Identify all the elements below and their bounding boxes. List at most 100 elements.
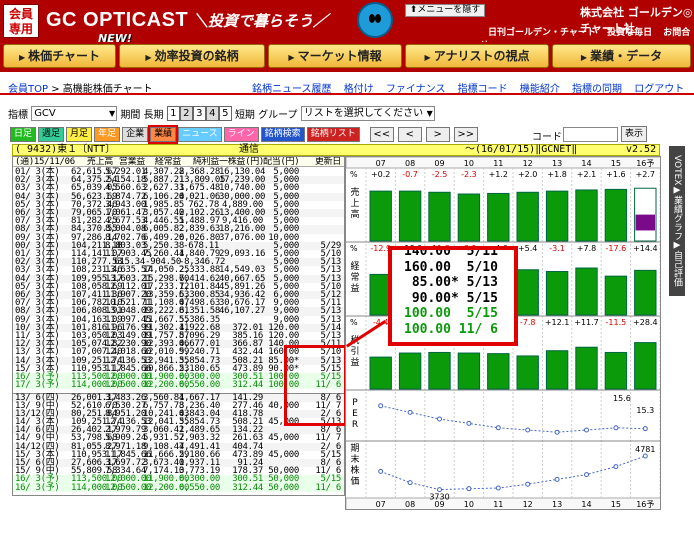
per-point — [554, 429, 560, 435]
members-badge-text: 会員 専用 — [8, 7, 33, 36]
menu-hide-button[interactable]: ⬆メニューを隠す — [405, 4, 485, 17]
pct-label: -17.6 — [606, 244, 627, 253]
per-point — [437, 416, 442, 422]
category-label: 13 — [552, 159, 562, 168]
nav-earnings-data[interactable]: 業績・データ — [552, 44, 691, 68]
divider — [0, 93, 694, 95]
group-select[interactable]: リストを選択してください — [300, 106, 435, 121]
top-link-investment[interactable]: 投資な毎日 — [607, 28, 652, 38]
bar-2-1 — [398, 352, 422, 390]
bar-0-1 — [398, 190, 422, 242]
price-label: 末 — [350, 453, 359, 465]
panel-label: 常 — [350, 271, 359, 283]
tab-1[interactable]: 週足 — [38, 127, 65, 142]
per-value-label: 15.3 — [636, 406, 654, 415]
members-only-badge: 会員 専用 — [3, 4, 39, 38]
nav-stock-chart[interactable]: 株価チャート — [3, 44, 116, 68]
category-label: 11 — [493, 500, 503, 509]
per-value-label: 15.6 — [613, 394, 631, 403]
tab-9[interactable]: 銘柄リスト — [306, 127, 360, 142]
price-point — [584, 472, 589, 478]
bar-2-8 — [604, 351, 628, 390]
nav-arrow-0[interactable]: << — [369, 127, 394, 142]
tab-3[interactable]: 年足 — [94, 127, 121, 142]
index-select[interactable]: GCV — [31, 106, 118, 121]
pct-label: +2.1 — [577, 170, 596, 179]
table-cell: 12,500.00 — [105, 482, 152, 493]
bar-highlight — [635, 214, 655, 231]
version-label: v2.52 — [626, 144, 657, 155]
main-nav: 株価チャート 効率投資の銘柄 マーケット情報 アナリストの視点 業績・データ — [0, 42, 694, 72]
bar-0-0 — [369, 190, 392, 242]
table-cell: 45,000 — [268, 449, 299, 460]
table-cell: 配当(円) — [263, 157, 300, 167]
nav-efficient-stocks[interactable]: 効率投資の銘柄 — [119, 44, 265, 68]
earnings-table: (通)15/11/06 売上高 営業益 経常益 純利益 一株益(円) 配当(円) 更新日 01/… — [12, 156, 345, 496]
nav-arrow-2[interactable]: > — [425, 127, 450, 142]
nav-arrow-1[interactable]: < — [397, 127, 422, 142]
site-header: 会員 専用 GC OPTICAST ＼投資で暮らそう／ NEW! ⬆メニューを隠… — [0, 0, 694, 51]
pct-label: -2.3 — [461, 170, 477, 179]
code-input[interactable] — [563, 127, 618, 142]
callout-line: 160.00 5/10 — [404, 259, 498, 275]
period-3[interactable]: 3 — [192, 106, 206, 121]
bar-2-3 — [457, 352, 481, 390]
pct-label: +2.7 — [636, 170, 655, 179]
per-point — [466, 420, 472, 426]
votex-side-tab[interactable]: VOTEX▶業績グラフ▶自己評価 — [669, 146, 685, 296]
period-2[interactable]: 2 — [179, 106, 193, 121]
site-tagline: ＼投資で暮らそう／ — [193, 12, 329, 30]
pct-label: +2.0 — [518, 170, 537, 179]
callout-line: 90.00* 5/15 — [404, 290, 498, 306]
per-label: R — [352, 420, 358, 430]
table-cell: 12,500.00 — [105, 380, 152, 391]
period-1[interactable]: 1 — [166, 106, 180, 121]
nav-market-info[interactable]: マーケット情報 — [268, 44, 402, 68]
bar-1-8 — [604, 275, 628, 316]
table-cell: 一株益(円) — [219, 157, 265, 167]
category-label: 07 — [376, 500, 386, 509]
price-point — [437, 487, 442, 493]
table-cell: 29,093.16 — [219, 249, 266, 259]
site-logo[interactable]: GC OPTICAST — [46, 9, 188, 32]
price-point — [554, 476, 560, 482]
table-row: 16/ 3(予) 114,000.00 12,500.00 12,200.00 6,55… — [13, 482, 344, 493]
mascot-icon — [357, 2, 393, 38]
category-label: 09 — [434, 159, 444, 168]
bar-2-5 — [516, 355, 539, 390]
dividend-highlight-box — [284, 345, 347, 426]
chart-controls: 指標 GCV 期間 長期 12345 短期 グループ リストを選択してください — [8, 106, 435, 121]
category-label: 07 — [376, 159, 386, 168]
pct-label: -2.5 — [432, 170, 448, 179]
nav-analyst-view[interactable]: アナリストの視点 — [405, 44, 549, 68]
tab-6[interactable]: ニュース — [178, 127, 222, 142]
index-select-value: GCV — [34, 108, 56, 119]
pct-label: +28.4 — [633, 318, 658, 327]
table-cell: 45,000 — [268, 433, 299, 444]
tab-4[interactable]: 企業 — [122, 127, 149, 142]
period-5[interactable]: 5 — [218, 106, 232, 121]
bar-1-9 — [634, 269, 657, 316]
dividend-callout: 140.00 5/11 160.00 5/10 85.00* 5/13 90.00… — [388, 246, 518, 346]
tab-2[interactable]: 月足 — [66, 127, 93, 142]
pct-label: +11.7 — [574, 318, 599, 327]
pct-unit: % — [350, 244, 358, 253]
tab-7[interactable]: ライン — [223, 127, 259, 142]
category-label: 14 — [581, 159, 591, 168]
tab-8[interactable]: 銘柄検索 — [260, 127, 305, 142]
period-4[interactable]: 4 — [205, 106, 219, 121]
pct-label: -7.8 — [520, 318, 536, 327]
tab-0[interactable]: 日足 — [10, 127, 37, 142]
nav-arrow-3[interactable]: >> — [453, 127, 478, 142]
per-point — [613, 425, 619, 431]
bar-0-7 — [575, 189, 598, 242]
bar-2-0 — [369, 356, 392, 390]
table-cell: 17/ 3(予) — [15, 380, 60, 391]
top-link-daily[interactable]: 日刊ゴールデン・チャート — [488, 28, 596, 38]
tab-5[interactable]: 業績 — [148, 125, 179, 144]
table-cell: 11/ 6 — [315, 482, 341, 493]
table-cell: 経常益 — [154, 157, 181, 167]
category-label: 12 — [523, 159, 533, 168]
show-button[interactable]: 表示 — [621, 126, 647, 142]
table-cell: 12,200.00 — [143, 482, 190, 493]
